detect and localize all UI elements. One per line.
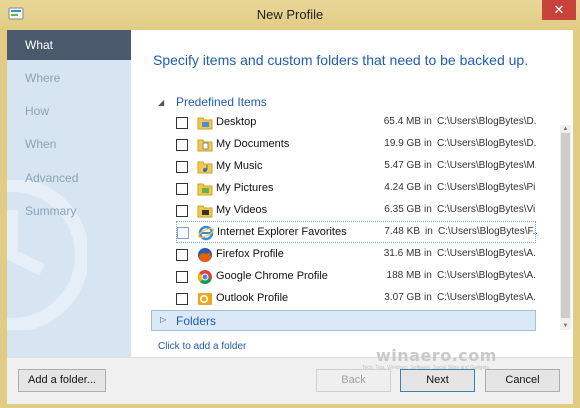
sidebar-item-summary[interactable]: Summary: [7, 196, 131, 226]
item-name: Desktop: [216, 116, 257, 128]
expand-arrow-icon[interactable]: ◢: [158, 98, 164, 107]
item-checkbox[interactable]: [176, 249, 188, 261]
item-checkbox[interactable]: [176, 271, 188, 283]
item-size: 19.9 GB: [384, 138, 421, 149]
item-name: My Pictures: [216, 182, 274, 194]
documents-folder-icon: [197, 139, 213, 152]
window-frame-right: [573, 30, 580, 408]
item-size: 188 MB: [386, 270, 421, 281]
item-in-label: in: [424, 270, 432, 281]
item-size: 7.48 KB: [384, 226, 420, 237]
item-name: Internet Explorer Favorites: [217, 226, 347, 238]
item-size: 65.4 MB: [383, 116, 421, 127]
list-item[interactable]: My Pictures 4.24 GB in C:\Users\BlogByte…: [176, 178, 536, 200]
predefined-items-group[interactable]: Predefined Items: [176, 95, 267, 109]
window-frame-bottom: [0, 404, 580, 408]
main-content: Specify items and custom folders that ne…: [131, 30, 573, 357]
firefox-icon: [198, 248, 212, 262]
list-item[interactable]: Google Chrome Profile 188 MB in C:\Users…: [176, 266, 536, 288]
item-in-label: in: [424, 182, 432, 193]
add-folder-button[interactable]: Add a folder...: [18, 369, 106, 392]
sidebar-item-what[interactable]: What: [7, 30, 131, 60]
item-path: C:\Users\BlogBytes\F...: [438, 226, 537, 237]
scroll-thumb[interactable]: [561, 133, 570, 318]
item-name: My Music: [216, 160, 263, 172]
sidebar-item-when[interactable]: When: [7, 129, 131, 159]
item-checkbox[interactable]: [177, 227, 189, 239]
scroll-down-icon[interactable]: ▼: [560, 322, 571, 330]
item-in-label: in: [424, 116, 432, 127]
item-checkbox[interactable]: [176, 117, 188, 129]
item-size: 3.07 GB: [384, 292, 421, 303]
videos-folder-icon: [197, 205, 213, 218]
list-item[interactable]: Outlook Profile 3.07 GB in C:\Users\Blog…: [176, 288, 536, 310]
pictures-folder-icon: [197, 183, 213, 196]
internet-explorer-icon: [198, 225, 214, 241]
item-in-label: in: [425, 226, 433, 237]
window-frame-left: [0, 30, 7, 408]
music-folder-icon: [197, 161, 213, 174]
item-checkbox[interactable]: [176, 205, 188, 217]
page-heading: Specify items and custom folders that ne…: [153, 52, 529, 68]
item-in-label: in: [424, 204, 432, 215]
collapse-arrow-icon[interactable]: ▷: [160, 315, 166, 324]
item-name: Google Chrome Profile: [216, 270, 328, 282]
list-item[interactable]: My Music 5.47 GB in C:\Users\BlogBytes\M…: [176, 156, 536, 178]
folders-group[interactable]: ▷ Folders: [151, 310, 536, 331]
next-button[interactable]: Next: [400, 369, 475, 392]
item-checkbox[interactable]: [176, 139, 188, 151]
item-name: My Videos: [216, 204, 268, 216]
scroll-up-icon[interactable]: ▲: [560, 125, 571, 133]
item-path: C:\Users\BlogBytes\A...: [437, 270, 536, 281]
item-path: C:\Users\BlogBytes\Pi...: [437, 182, 536, 193]
watermark-text: winaero.com: [376, 346, 497, 365]
window-title: New Profile: [256, 7, 324, 22]
wizard-sidebar: What Where How When Advanced Summary: [7, 30, 131, 357]
item-in-label: in: [424, 160, 432, 171]
desktop-folder-icon: [197, 117, 213, 130]
sidebar-item-how[interactable]: How: [7, 96, 131, 126]
item-in-label: in: [424, 292, 432, 303]
item-path: C:\Users\BlogBytes\M...: [437, 160, 536, 171]
list-item[interactable]: My Videos 6.35 GB in C:\Users\BlogBytes\…: [176, 200, 536, 222]
item-checkbox[interactable]: [176, 293, 188, 305]
list-item[interactable]: Desktop 65.4 MB in C:\Users\BlogBytes\D.…: [176, 112, 536, 134]
folders-group-label: Folders: [176, 314, 217, 328]
add-folder-link[interactable]: Click to add a folder: [158, 341, 246, 352]
list-item-selected[interactable]: Internet Explorer Favorites 7.48 KB in C…: [176, 221, 537, 243]
watermark-subtext: Tech, Tips, Windows, Software, Social Si…: [362, 365, 490, 371]
list-item[interactable]: My Documents 19.9 GB in C:\Users\BlogByt…: [176, 134, 536, 156]
item-checkbox[interactable]: [176, 183, 188, 195]
item-path: C:\Users\BlogBytes\D...: [437, 138, 536, 149]
close-button[interactable]: ✕: [542, 0, 576, 20]
item-in-label: in: [424, 138, 432, 149]
item-name: Outlook Profile: [216, 292, 289, 304]
item-path: C:\Users\BlogBytes\D...: [437, 116, 536, 127]
list-scrollbar[interactable]: ▲ ▼: [560, 125, 571, 330]
item-size: 4.24 GB: [384, 182, 421, 193]
cancel-button[interactable]: Cancel: [485, 369, 560, 392]
item-name: Firefox Profile: [216, 248, 284, 260]
item-path: C:\Users\BlogBytes\Vi...: [437, 204, 536, 215]
item-in-label: in: [424, 248, 432, 259]
outlook-icon: [198, 293, 212, 305]
item-name: My Documents: [216, 138, 290, 150]
list-item[interactable]: Firefox Profile 31.6 MB in C:\Users\Blog…: [176, 244, 536, 266]
sidebar-item-where[interactable]: Where: [7, 63, 131, 93]
item-path: C:\Users\BlogBytes\A...: [437, 292, 536, 303]
title-bar: New Profile ✕: [0, 0, 580, 30]
item-size: 31.6 MB: [383, 248, 421, 259]
item-size: 5.47 GB: [384, 160, 421, 171]
item-checkbox[interactable]: [176, 161, 188, 173]
chrome-icon: [197, 270, 212, 284]
item-size: 6.35 GB: [384, 204, 421, 215]
item-path: C:\Users\BlogBytes\A...: [437, 248, 536, 259]
sidebar-item-advanced[interactable]: Advanced: [7, 163, 131, 193]
back-button[interactable]: Back: [316, 369, 391, 392]
